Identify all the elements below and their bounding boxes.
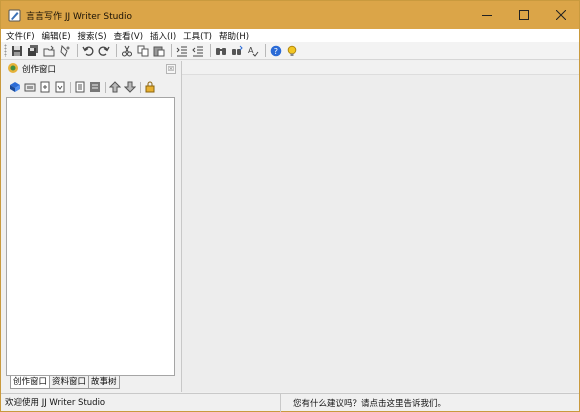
spellcheck-icon[interactable]: A [246, 44, 260, 58]
export-icon[interactable] [54, 81, 66, 93]
maximize-icon[interactable] [505, 1, 542, 29]
minimize-icon[interactable] [468, 1, 505, 29]
title-bar[interactable]: 言言写作 JJ Writer Studio [1, 1, 579, 29]
panel-toolbar-separator [140, 81, 141, 93]
menu-bar: 文件(F) 编辑(E) 搜索(S) 查看(V) 插入(I) 工具(T) 帮助(H… [1, 29, 579, 42]
menu-file[interactable]: 文件(F) [6, 30, 35, 42]
panel-tabs: 创作窗口 资料窗口 故事树 [10, 376, 120, 389]
tip-icon[interactable] [285, 44, 299, 58]
paste-icon[interactable] [152, 44, 166, 58]
main-window: 言言写作 JJ Writer Studio 文件(F) 编辑(E) 搜索(S) … [0, 0, 580, 412]
print-icon[interactable] [58, 44, 72, 58]
open-icon[interactable] [42, 44, 56, 58]
indent-icon[interactable] [175, 44, 189, 58]
status-welcome-text: 欢迎使用 JJ Writer Studio [1, 393, 281, 412]
menu-help[interactable]: 帮助(H) [219, 30, 249, 42]
panel-toolbar-separator [105, 81, 106, 93]
close-icon[interactable] [542, 1, 579, 29]
menu-edit[interactable]: 编辑(E) [42, 30, 71, 42]
move-down-icon[interactable] [124, 81, 136, 93]
menu-insert[interactable]: 插入(I) [150, 30, 176, 42]
properties-icon[interactable] [74, 81, 86, 93]
app-logo-icon [7, 8, 21, 22]
tab-story-tree[interactable]: 故事树 [88, 376, 120, 389]
toolbar-grip[interactable] [4, 44, 7, 57]
status-feedback-link[interactable]: 您有什么建议吗？请点击这里告诉我们。 [281, 397, 446, 409]
svg-text:?: ? [274, 47, 278, 56]
panel-title: 创作窗口 [22, 65, 57, 75]
main-toolbar: A ? [1, 42, 579, 60]
replace-icon[interactable] [230, 44, 244, 58]
toolbar-separator [265, 44, 266, 57]
toolbar-separator [210, 44, 211, 57]
toolbar-separator [171, 44, 172, 57]
tab-materials[interactable]: 资料窗口 [49, 376, 90, 389]
move-up-icon[interactable] [109, 81, 121, 93]
panel-toolbar-separator [70, 81, 71, 93]
window-title: 言言写作 JJ Writer Studio [26, 11, 133, 22]
new-book-icon[interactable] [9, 81, 21, 93]
panel-close-button[interactable]: ☒ [166, 64, 176, 74]
panel-header: 创作窗口 ☒ [4, 61, 178, 77]
menu-search[interactable]: 搜索(S) [78, 30, 107, 42]
toolbar-separator [77, 44, 78, 57]
lock-icon[interactable] [144, 81, 156, 93]
menu-tools[interactable]: 工具(T) [183, 30, 212, 42]
open-folder-icon[interactable] [24, 81, 36, 93]
rename-icon[interactable] [89, 81, 101, 93]
cut-icon[interactable] [120, 44, 134, 58]
project-tree[interactable] [6, 97, 175, 376]
document-tab-strip [182, 61, 579, 75]
toolbar-separator [116, 44, 117, 57]
menu-view[interactable]: 查看(V) [114, 30, 143, 42]
svg-text:A: A [248, 46, 254, 55]
save-icon[interactable] [10, 44, 24, 58]
document-area[interactable] [181, 61, 579, 392]
panel-logo-icon [7, 62, 19, 77]
status-bar: 欢迎使用 JJ Writer Studio 您有什么建议吗？请点击这里告诉我们。 [1, 393, 579, 412]
redo-icon[interactable] [97, 44, 111, 58]
import-icon[interactable] [39, 81, 51, 93]
find-icon[interactable] [214, 44, 228, 58]
window-controls [468, 1, 579, 29]
creation-panel: 创作窗口 ☒ 创作窗口 资料窗口 故事树 [4, 61, 178, 392]
outdent-icon[interactable] [191, 44, 205, 58]
save-all-icon[interactable] [26, 44, 40, 58]
panel-toolbar [4, 79, 178, 95]
copy-icon[interactable] [136, 44, 150, 58]
help-icon[interactable]: ? [269, 44, 283, 58]
tab-creation[interactable]: 创作窗口 [10, 376, 51, 389]
undo-icon[interactable] [81, 44, 95, 58]
